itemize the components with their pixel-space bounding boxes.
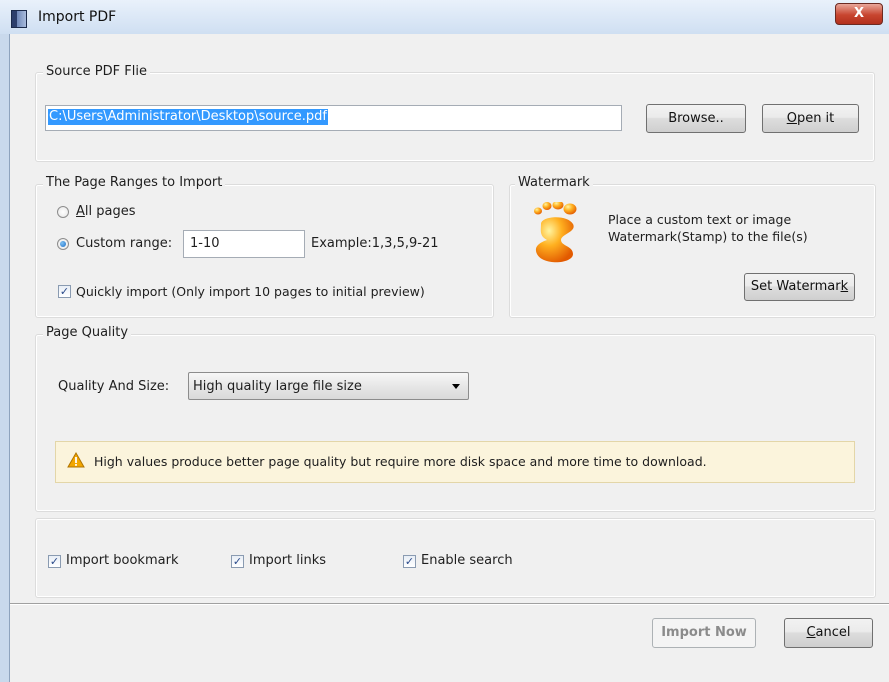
all-pages-hotkey: A — [76, 204, 85, 219]
quality-label: Quality And Size: — [58, 379, 170, 394]
import-now-label: Import Now — [661, 625, 747, 640]
footprint-icon — [534, 202, 577, 263]
custom-range-label[interactable]: Custom range: — [76, 236, 172, 251]
browse-button[interactable]: Browse.. — [646, 104, 746, 133]
chevron-down-icon — [452, 384, 460, 389]
ranges-legend: The Page Ranges to Import — [43, 175, 226, 190]
custom-range-radio[interactable] — [57, 238, 69, 250]
browse-label: Browse.. — [668, 111, 724, 126]
set-watermark-button[interactable]: Set Watermark — [744, 273, 855, 301]
quick-import-checkbox[interactable]: ✓ — [58, 285, 71, 298]
window-title: Import PDF — [38, 9, 117, 25]
source-legend: Source PDF Flie — [43, 64, 150, 79]
quality-group — [35, 334, 876, 512]
all-pages-text: ll pages — [84, 204, 136, 219]
custom-range-input[interactable]: 1-10 — [183, 230, 305, 258]
cancel-button[interactable]: Cancel — [784, 618, 873, 648]
custom-range-value: 1-10 — [190, 236, 220, 251]
cancel-hotkey: C — [806, 625, 816, 640]
watermark-desc-line2: Watermark(Stamp) to the file(s) — [608, 229, 808, 244]
quality-selected: High quality large file size — [193, 379, 362, 394]
source-path-text: C:\Users\Administrator\Desktop\source.pd… — [48, 109, 328, 125]
enable-search-checkbox[interactable]: ✓ — [403, 555, 416, 568]
warning-banner: High values produce better page quality … — [55, 441, 855, 483]
import-bookmark-label[interactable]: Import bookmark — [66, 553, 178, 568]
quality-select[interactable]: High quality large file size — [188, 372, 469, 400]
open-it-button[interactable]: Open it — [762, 104, 859, 133]
set-watermark-hotkey: k — [840, 279, 849, 294]
open-label: pen it — [796, 111, 835, 126]
title-bar[interactable]: Import PDF X — [0, 0, 889, 34]
all-pages-radio[interactable] — [57, 206, 69, 218]
all-pages-label[interactable]: All pages — [76, 204, 136, 219]
close-button[interactable]: X — [835, 3, 883, 25]
warning-text: High values produce better page quality … — [94, 454, 707, 469]
watermark-desc-line1: Place a custom text or image — [608, 212, 792, 227]
source-path-input[interactable]: C:\Users\Administrator\Desktop\source.pd… — [45, 105, 622, 131]
quality-legend: Page Quality — [43, 325, 132, 340]
set-watermark-label: Set Watermar — [750, 279, 841, 294]
app-icon — [11, 10, 27, 28]
import-links-label[interactable]: Import links — [249, 553, 326, 568]
quick-import-label[interactable]: Quickly import (Only import 10 pages to … — [76, 284, 425, 299]
import-links-checkbox[interactable]: ✓ — [231, 555, 244, 568]
warning-icon — [67, 452, 85, 468]
example-hint: Example:1,3,5,9-21 — [311, 236, 439, 251]
cancel-label: ancel — [815, 625, 851, 640]
footer-divider — [10, 603, 889, 605]
enable-search-label[interactable]: Enable search — [421, 553, 513, 568]
dialog-body: Source PDF Flie C:\Users\Administrator\D… — [9, 34, 889, 682]
import-bookmark-checkbox[interactable]: ✓ — [48, 555, 61, 568]
watermark-legend: Watermark — [515, 175, 593, 190]
open-hotkey: O — [786, 111, 797, 126]
import-now-button[interactable]: Import Now — [652, 618, 756, 648]
